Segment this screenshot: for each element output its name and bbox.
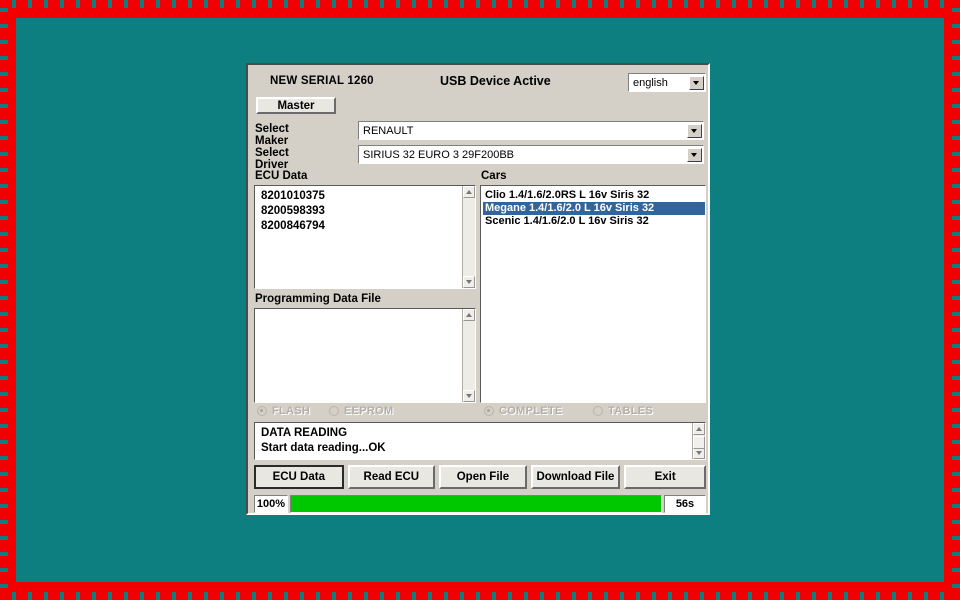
selection-inner-border-left [8,18,16,582]
mode-radio-row: FLASH EEPROM COMPLETE TABLES [248,405,708,421]
download-file-button[interactable]: Download File [530,465,621,489]
triangle-down-icon [466,394,472,398]
chevron-down-icon [693,80,699,85]
select-driver-label: Select Driver [255,147,289,171]
progress-row: 100% 56s [254,495,706,513]
progress-bar-fill [291,496,661,512]
progress-bar [290,495,662,513]
selection-inner-border-right [944,18,952,582]
radio-complete-label: COMPLETE [499,405,563,417]
scroll-down-button[interactable] [463,276,475,288]
cars-caption: Cars [481,170,507,182]
cars-list[interactable]: Clio 1.4/1.6/2.0RS L 16v Siris 32 Megane … [480,185,706,403]
radio-flash-label: FLASH [272,405,311,417]
list-item[interactable]: DATA READING [259,426,692,441]
select-driver-dropdown-button[interactable] [686,147,702,162]
list-item[interactable]: Start data reading...OK [259,441,692,456]
desktop-background: NEW SERIAL 1260 USB Device Active englis… [0,0,960,600]
language-dropdown-button[interactable] [688,75,704,90]
triangle-down-icon [466,280,472,284]
scroll-up-button[interactable] [463,186,475,198]
triangle-down-icon [696,451,702,455]
triangle-up-icon [696,427,702,431]
chevron-down-icon [691,152,697,157]
radio-eeprom[interactable]: EEPROM [329,405,393,417]
usb-status-label: USB Device Active [440,74,551,88]
action-button-row: ECU Data Read ECU Open File Download Fil… [254,465,706,489]
programming-data-file-list[interactable] [254,308,476,403]
triangle-up-icon [466,190,472,194]
ecu-data-list-content: 8201010375 8200598393 8200846794 [255,187,462,288]
elapsed-time-label: 56s [664,495,706,513]
selection-border-right [952,0,960,600]
scroll-up-button[interactable] [463,309,475,321]
selection-border-top [0,0,960,8]
selection-inner-border-bottom [8,582,952,592]
ecu-programmer-window: NEW SERIAL 1260 USB Device Active englis… [246,63,710,515]
message-log-scrollbar[interactable] [692,423,705,459]
selection-border-left [0,0,8,600]
programming-data-file-caption: Programming Data File [255,293,381,305]
radio-complete[interactable]: COMPLETE [484,405,563,417]
message-log-content: DATA READING Start data reading...OK [255,424,692,459]
select-maker-dropdown-button[interactable] [686,123,702,138]
ecu-data-button[interactable]: ECU Data [254,465,344,489]
cars-list-content: Clio 1.4/1.6/2.0RS L 16v Siris 32 Megane … [481,187,705,402]
ecu-data-list[interactable]: 8201010375 8200598393 8200846794 [254,185,476,289]
radio-indicator-icon [329,406,339,416]
select-maker-combobox[interactable]: RENAULT [358,121,704,140]
scroll-up-button[interactable] [693,423,705,435]
window-header: NEW SERIAL 1260 USB Device Active englis… [248,73,708,93]
read-ecu-button[interactable]: Read ECU [347,465,436,489]
list-item[interactable]: 8201010375 [259,189,462,204]
ecu-data-caption: ECU Data [255,170,308,182]
scrollbar-thumb[interactable] [693,436,705,449]
list-item[interactable]: Scenic 1.4/1.6/2.0 L 16v Siris 32 [483,215,705,228]
select-driver-combobox[interactable]: SIRIUS 32 EURO 3 29F200BB [358,145,704,164]
radio-tables-label: TABLES [608,405,653,417]
triangle-up-icon [466,313,472,317]
progress-percent-label: 100% [254,495,288,513]
selection-border-bottom [0,592,960,600]
programming-data-file-content [255,310,462,402]
list-item[interactable]: 8200846794 [259,219,462,234]
programming-data-file-scrollbar[interactable] [462,309,475,402]
chevron-down-icon [691,128,697,133]
language-select-value: english [633,76,668,89]
language-select[interactable]: english [628,73,706,92]
open-file-button[interactable]: Open File [439,465,527,489]
selection-inner-border-top [8,8,952,18]
radio-eeprom-label: EEPROM [344,405,394,417]
radio-flash[interactable]: FLASH [257,405,310,417]
master-button[interactable]: Master [256,97,336,114]
radio-indicator-icon [257,406,267,416]
serial-number-label: NEW SERIAL 1260 [270,75,374,87]
list-item[interactable]: Clio 1.4/1.6/2.0RS L 16v Siris 32 [483,189,705,202]
ecu-data-scrollbar[interactable] [462,186,475,288]
exit-button[interactable]: Exit [624,465,706,489]
radio-tables[interactable]: TABLES [593,405,653,417]
list-item[interactable]: 8200598393 [259,204,462,219]
select-driver-value: SIRIUS 32 EURO 3 29F200BB [363,148,515,161]
list-item[interactable]: Megane 1.4/1.6/2.0 L 16v Siris 32 [483,202,705,215]
select-maker-value: RENAULT [363,124,414,137]
radio-indicator-icon [484,406,494,416]
select-maker-label: Select Maker [255,123,289,147]
radio-indicator-icon [593,406,603,416]
scroll-down-button[interactable] [463,390,475,402]
message-log[interactable]: DATA READING Start data reading...OK [254,422,706,460]
